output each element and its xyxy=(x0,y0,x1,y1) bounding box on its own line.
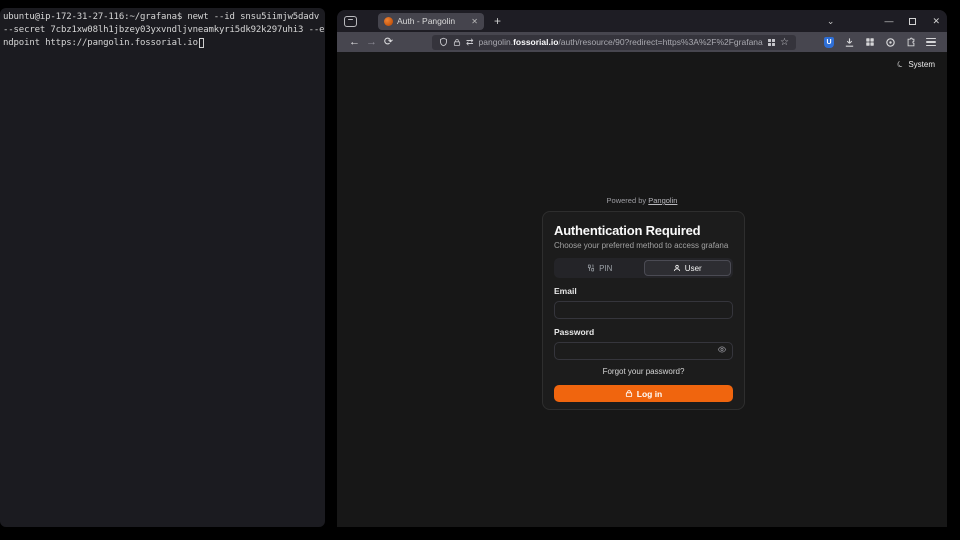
url-bar[interactable]: ⇄ pangolin.fossorial.io/auth/resource/90… xyxy=(432,35,796,50)
new-tab-button[interactable]: + xyxy=(494,14,501,28)
reload-button[interactable]: ⟳ xyxy=(380,32,397,52)
permissions-swap-icon[interactable]: ⇄ xyxy=(466,35,474,50)
firefox-view-icon[interactable] xyxy=(344,16,357,27)
browser-window: Auth - Pangolin ✕ + ⌄ — ✕ ← → ⟳ ⇄ pangol… xyxy=(337,10,947,527)
menu-hamburger-icon[interactable] xyxy=(926,38,936,46)
containers-grid-icon[interactable] xyxy=(768,39,775,46)
auth-page: ☾ System Powered by Pangolin Authenticat… xyxy=(337,52,947,527)
terminal-cursor xyxy=(199,38,204,48)
back-button[interactable]: ← xyxy=(346,32,363,52)
navigation-toolbar: ← → ⟳ ⇄ pangolin.fossorial.io/auth/resou… xyxy=(337,32,947,52)
tab-close-icon[interactable]: ✕ xyxy=(471,17,478,26)
minimize-button[interactable]: — xyxy=(884,16,893,26)
method-tabs: PIN User xyxy=(554,258,733,278)
terminal-line: --secret 7cbz1xw08lh1jbzey03yxvndljvneam… xyxy=(3,24,325,37)
extension-puzzle-icon[interactable] xyxy=(906,37,916,48)
tab-title: Auth - Pangolin xyxy=(397,16,467,26)
card-title: Authentication Required xyxy=(554,223,733,238)
auth-card: Authentication Required Choose your pref… xyxy=(542,211,745,410)
account-icon[interactable] xyxy=(885,37,896,48)
tab-pin[interactable]: PIN xyxy=(556,260,644,276)
email-label: Email xyxy=(554,286,733,296)
show-password-eye-icon[interactable] xyxy=(717,345,727,354)
desktop: ubuntu@ip-172-31-27-116:~/grafana$ newt … xyxy=(0,0,960,540)
tab-user[interactable]: User xyxy=(644,260,732,276)
padlock-icon[interactable] xyxy=(453,38,461,47)
moon-icon: ☾ xyxy=(896,59,906,70)
tracking-protection-shield-icon[interactable] xyxy=(439,37,448,47)
terminal-window[interactable]: ubuntu@ip-172-31-27-116:~/grafana$ newt … xyxy=(0,8,325,527)
window-close-button[interactable]: ✕ xyxy=(932,16,940,27)
theme-toggle[interactable]: ☾ System xyxy=(897,60,935,69)
terminal-line: ubuntu@ip-172-31-27-116:~/grafana$ newt … xyxy=(3,11,325,24)
pangolin-link[interactable]: Pangolin xyxy=(648,196,677,205)
toolbar-icons: U xyxy=(824,37,938,48)
bookmark-star-icon[interactable]: ☆ xyxy=(780,35,789,50)
password-field[interactable] xyxy=(554,342,733,360)
login-lock-icon xyxy=(625,389,633,398)
powered-by: Powered by Pangolin xyxy=(337,196,947,205)
url-text: pangolin.fossorial.io/auth/resource/90?r… xyxy=(479,37,763,47)
card-subtitle: Choose your preferred method to access g… xyxy=(554,241,733,251)
email-field[interactable] xyxy=(554,301,733,319)
extensions-grid-icon[interactable] xyxy=(865,37,875,47)
tab-bar: Auth - Pangolin ✕ + ⌄ — ✕ xyxy=(337,10,947,32)
forward-button[interactable]: → xyxy=(363,32,380,52)
binary-pin-icon xyxy=(587,264,595,272)
browser-tab[interactable]: Auth - Pangolin ✕ xyxy=(378,13,484,30)
theme-label: System xyxy=(908,60,935,69)
pangolin-favicon-icon xyxy=(384,17,393,26)
ublock-extension-icon[interactable]: U xyxy=(824,37,834,48)
maximize-button[interactable] xyxy=(909,18,916,25)
forgot-password-link[interactable]: Forgot your password? xyxy=(554,367,733,377)
terminal-line: ndpoint https://pangolin.fossorial.io xyxy=(3,37,325,50)
login-button[interactable]: Log in xyxy=(554,385,733,402)
password-label: Password xyxy=(554,327,733,337)
list-tabs-dropdown-icon[interactable]: ⌄ xyxy=(827,16,835,27)
downloads-icon[interactable] xyxy=(844,37,855,48)
user-icon xyxy=(673,264,681,272)
